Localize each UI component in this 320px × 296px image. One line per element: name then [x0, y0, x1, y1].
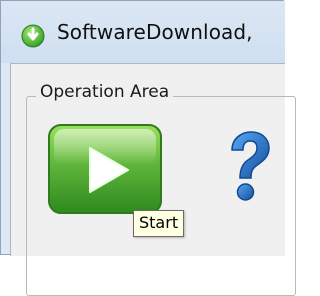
play-icon	[48, 124, 162, 214]
window-title: SoftwareDownload,	[57, 20, 253, 44]
question-mark-icon	[231, 131, 270, 201]
download-arrow-icon	[21, 24, 45, 48]
start-tooltip: Start	[133, 210, 185, 237]
tooltip-text: Start	[139, 213, 179, 232]
title-bar[interactable]: SoftwareDownload,	[1, 1, 285, 63]
operation-area-label: Operation Area	[36, 82, 174, 102]
start-button[interactable]	[48, 124, 164, 215]
help-button[interactable]	[224, 130, 272, 206]
